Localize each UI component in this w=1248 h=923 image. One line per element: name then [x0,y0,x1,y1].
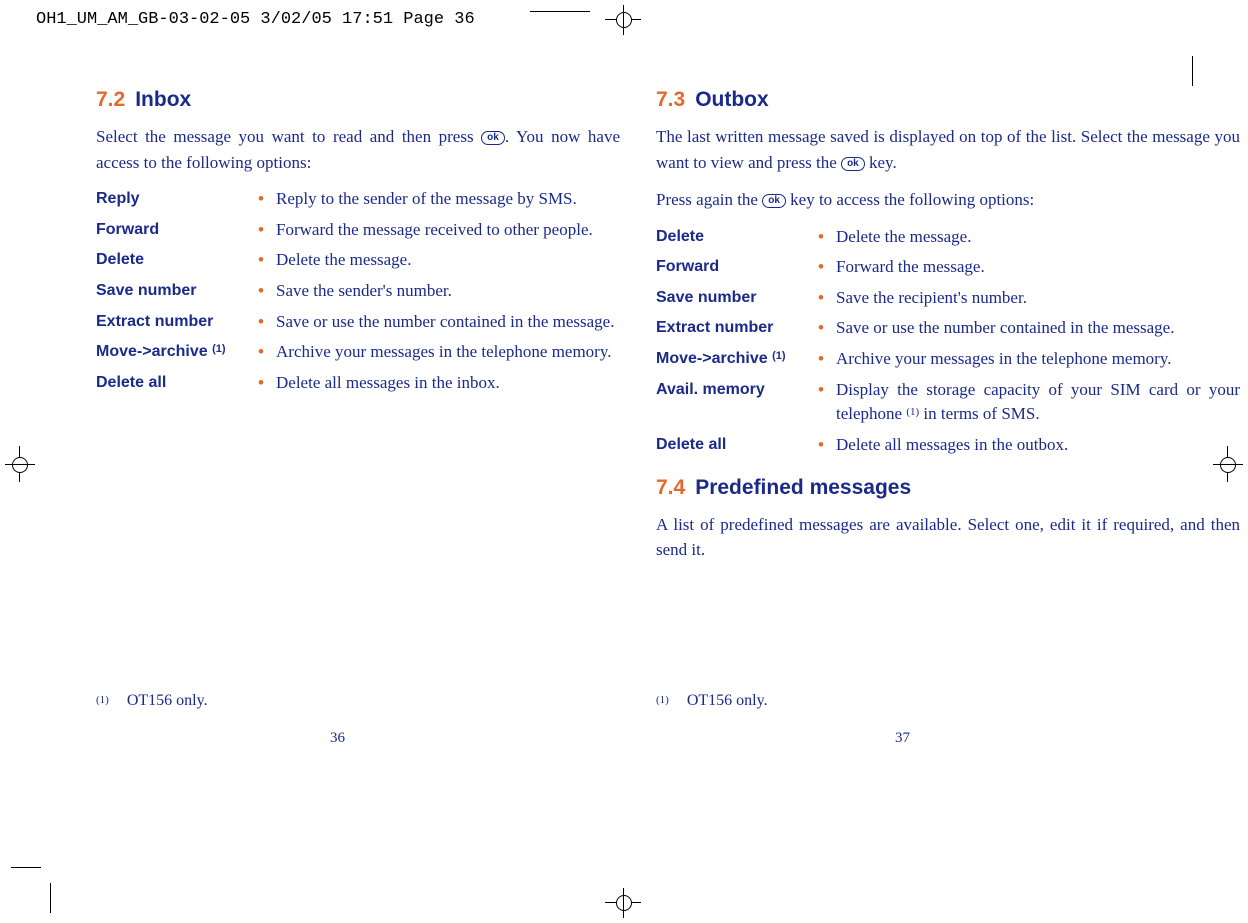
bullet-icon: • [818,225,836,250]
bullet-icon: • [258,187,276,212]
option-row: Avail. memory•Display the storage capaci… [656,378,1240,427]
option-term: Forward [656,255,818,280]
footnote-left: (1) OT156 only. [96,692,208,710]
bullet-icon: • [818,255,836,280]
option-term: Avail. memory [656,378,818,427]
option-description: Display the storage capacity of your SIM… [836,378,1240,427]
footnote-mark: (1) [96,694,109,710]
option-term: Extract number [96,310,258,335]
bullet-icon: • [258,218,276,243]
option-description: Delete the message. [836,225,1240,250]
trim-line [11,867,41,868]
option-term: Move->archive (1) [656,347,818,372]
footnote-text: OT156 only. [687,692,768,710]
ok-key-icon: ok [762,194,786,208]
option-term: Reply [96,187,258,212]
option-row: Save number•Save the sender's number. [96,279,620,304]
bullet-icon: • [258,279,276,304]
print-header: OH1_UM_AM_GB-03-02-05 3/02/05 17:51 Page… [36,10,475,29]
intro-text: key. [869,153,897,172]
options-list: Reply•Reply to the sender of the message… [96,187,620,395]
section-title: Outbox [695,88,769,111]
bullet-icon: • [818,286,836,311]
section-heading-7-3: 7.3 Outbox [656,88,1240,112]
option-row: Delete all•Delete all messages in the in… [96,371,620,396]
bullet-icon: • [258,248,276,273]
intro-text: Select the message you want to read and … [96,127,481,146]
option-term: Delete [656,225,818,250]
option-description: Archive your messages in the telephone m… [836,347,1240,372]
option-row: Move->archive (1)•Archive your messages … [656,347,1240,372]
option-description: Forward the message received to other pe… [276,218,620,243]
option-row: Delete•Delete the message. [96,248,620,273]
intro-text: The last written message saved is displa… [656,127,1240,172]
option-term: Delete [96,248,258,273]
bullet-icon: • [258,310,276,335]
page-number-right: 37 [895,730,910,747]
section-number: 7.2 [96,88,125,111]
footnote-text: OT156 only. [127,692,208,710]
section-number: 7.3 [656,88,685,111]
option-row: Save number•Save the recipient's number. [656,286,1240,311]
option-term: Delete all [656,433,818,458]
crop-mark-bottom [605,888,641,918]
bullet-icon: • [258,340,276,365]
trim-line [530,11,590,12]
option-description: Delete the message. [276,248,620,273]
right-page: 7.3 Outbox The last written message saved… [620,88,1240,575]
bullet-icon: • [818,378,836,427]
section-number: 7.4 [656,476,685,499]
option-term: Forward [96,218,258,243]
trim-line [1192,56,1193,86]
section-intro: Select the message you want to read and … [96,124,620,175]
option-description: Forward the message. [836,255,1240,280]
option-row: Extract number•Save or use the number co… [656,316,1240,341]
option-term: Save number [656,286,818,311]
section-title: Inbox [135,88,191,111]
option-row: Extract number•Save or use the number co… [96,310,620,335]
bullet-icon: • [818,433,836,458]
section-heading-7-2: 7.2 Inbox [96,88,620,112]
option-term: Move->archive (1) [96,340,258,365]
option-term: Save number [96,279,258,304]
section-intro: The last written message saved is displa… [656,124,1240,175]
trim-line [50,883,51,913]
section-intro-2: Press again the ok key to access the fol… [656,187,1240,213]
option-description: Save or use the number contained in the … [276,310,620,335]
section-body: A list of predefined messages are availa… [656,512,1240,563]
option-term: Delete all [96,371,258,396]
option-row: Delete all•Delete all messages in the ou… [656,433,1240,458]
ok-key-icon: ok [481,131,505,145]
options-list: Delete•Delete the message.Forward•Forwar… [656,225,1240,458]
section-title: Predefined messages [695,476,911,499]
option-term: Extract number [656,316,818,341]
footnote-right: (1) OT156 only. [656,692,768,710]
option-row: Forward•Forward the message received to … [96,218,620,243]
footnote-mark: (1) [656,694,669,710]
option-row: Move->archive (1)•Archive your messages … [96,340,620,365]
option-row: Forward•Forward the message. [656,255,1240,280]
intro-text: Press again the [656,190,762,209]
option-description: Archive your messages in the telephone m… [276,340,620,365]
option-description: Save the sender's number. [276,279,620,304]
option-description: Delete all messages in the outbox. [836,433,1240,458]
left-page: 7.2 Inbox Select the message you want to … [0,88,620,575]
option-description: Reply to the sender of the message by SM… [276,187,620,212]
option-description: Save or use the number contained in the … [836,316,1240,341]
bullet-icon: • [818,316,836,341]
bullet-icon: • [258,371,276,396]
option-description: Delete all messages in the inbox. [276,371,620,396]
option-row: Delete•Delete the message. [656,225,1240,250]
section-heading-7-4: 7.4 Predefined messages [656,476,1240,500]
ok-key-icon: ok [841,157,865,171]
bullet-icon: • [818,347,836,372]
intro-text: key to access the following options: [790,190,1034,209]
page-number-left: 36 [330,730,345,747]
option-row: Reply•Reply to the sender of the message… [96,187,620,212]
page-columns: 7.2 Inbox Select the message you want to … [0,88,1248,575]
option-description: Save the recipient's number. [836,286,1240,311]
crop-mark-top [605,5,641,35]
